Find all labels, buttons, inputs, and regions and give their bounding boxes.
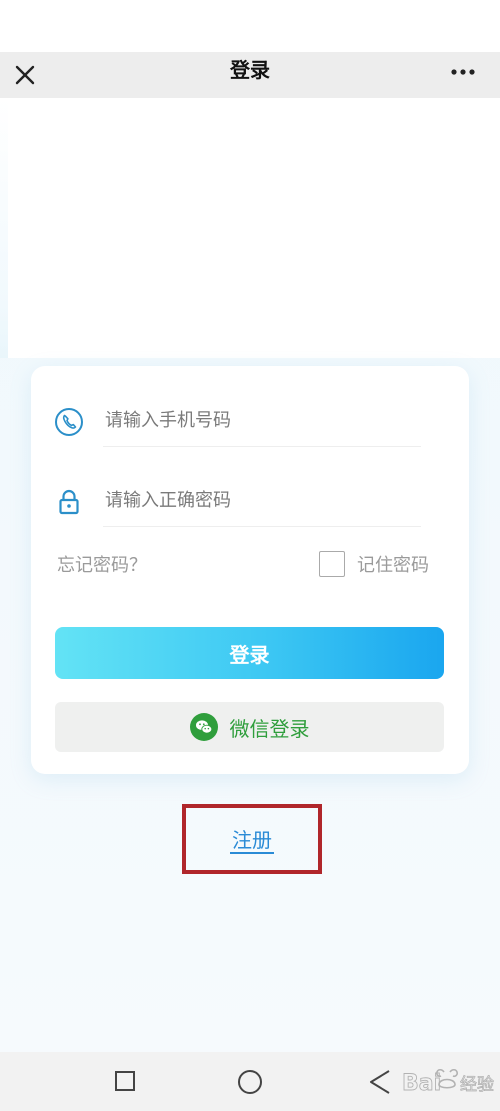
home-button[interactable] [237,1069,263,1095]
phone-input[interactable] [103,398,423,442]
close-button[interactable] [10,60,40,90]
status-bar-area [0,0,500,52]
more-button[interactable] [446,58,480,88]
wechat-login-button[interactable]: 微信登录 [55,702,444,752]
background-strip [0,98,8,358]
register-highlight-box: 注册 [182,804,322,874]
page-title: 登录 [230,58,270,82]
top-bar: 登录 [0,52,500,98]
recents-button[interactable] [114,1070,136,1092]
square-icon [115,1071,135,1091]
phone-icon [55,408,83,436]
remember-password-toggle[interactable]: 记住密码 [319,550,429,578]
back-button[interactable] [368,1068,392,1096]
forgot-password-link[interactable]: 忘记密码？ [57,551,147,577]
remember-checkbox[interactable] [319,551,345,577]
wechat-icon [189,713,218,741]
phone-field [31,394,469,454]
system-nav-bar [0,1052,500,1111]
close-icon [15,65,35,85]
register-underline [230,852,274,854]
wechat-login-label: 微信登录 [229,716,310,741]
login-button[interactable]: 登录 [55,627,444,679]
password-divider [103,526,421,527]
more-dots-icon [451,69,475,75]
banner-area [8,98,500,358]
circle-icon [238,1070,262,1094]
password-input[interactable] [103,478,423,522]
password-field [31,474,469,534]
remember-label: 记住密码 [357,555,429,576]
phone-divider [103,446,421,447]
register-link[interactable]: 注册 [186,824,318,853]
back-triangle-icon [370,1070,390,1094]
lock-icon [59,489,79,515]
login-card: 忘记密码？ 记住密码 登录 微信登录 [31,366,469,774]
